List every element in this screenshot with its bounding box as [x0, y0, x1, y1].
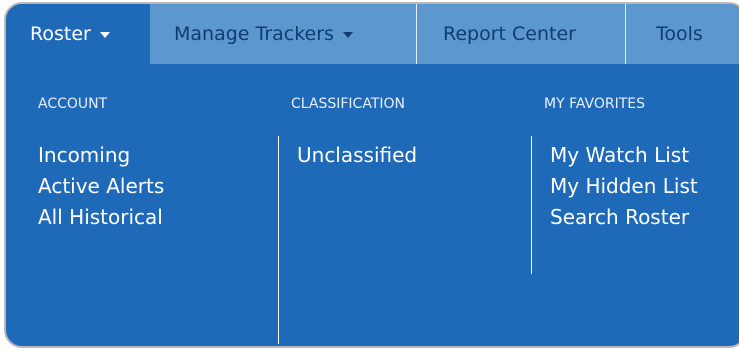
roster-mega-menu: Roster Manage Trackers Report Center Too…	[4, 2, 739, 348]
tab-roster[interactable]: Roster	[6, 4, 150, 64]
menu-item-incoming[interactable]: Incoming	[38, 140, 164, 171]
column-divider	[278, 136, 279, 344]
menu-item-my-hidden-list[interactable]: My Hidden List	[550, 171, 698, 202]
tab-report-center-label: Report Center	[443, 23, 576, 45]
tab-roster-label: Roster	[30, 23, 91, 45]
menu-item-my-watch-list[interactable]: My Watch List	[550, 140, 698, 171]
favorites-list: My Watch List My Hidden List Search Rost…	[550, 140, 698, 233]
classification-list: Unclassified	[297, 140, 417, 171]
tab-tools-label: Tools	[656, 23, 703, 45]
tab-tools[interactable]: Tools	[626, 4, 739, 64]
top-nav-bar: Roster Manage Trackers Report Center Too…	[6, 4, 739, 64]
dropdown-panel: ACCOUNT Incoming Active Alerts All Histo…	[6, 64, 739, 346]
menu-item-search-roster[interactable]: Search Roster	[550, 202, 698, 233]
menu-item-unclassified[interactable]: Unclassified	[297, 140, 417, 171]
account-list: Incoming Active Alerts All Historical	[38, 140, 164, 233]
tab-manage-trackers-label: Manage Trackers	[174, 23, 334, 45]
column-heading-classification: CLASSIFICATION	[291, 96, 405, 112]
column-heading-account: ACCOUNT	[38, 96, 108, 112]
column-heading-my-favorites: MY FAVORITES	[544, 96, 646, 112]
caret-down-icon	[99, 32, 110, 38]
menu-item-active-alerts[interactable]: Active Alerts	[38, 171, 164, 202]
column-divider	[531, 136, 532, 274]
tab-manage-trackers[interactable]: Manage Trackers	[150, 4, 414, 64]
menu-item-all-historical[interactable]: All Historical	[38, 202, 164, 233]
tab-report-center[interactable]: Report Center	[417, 4, 624, 64]
caret-down-icon	[342, 32, 353, 38]
